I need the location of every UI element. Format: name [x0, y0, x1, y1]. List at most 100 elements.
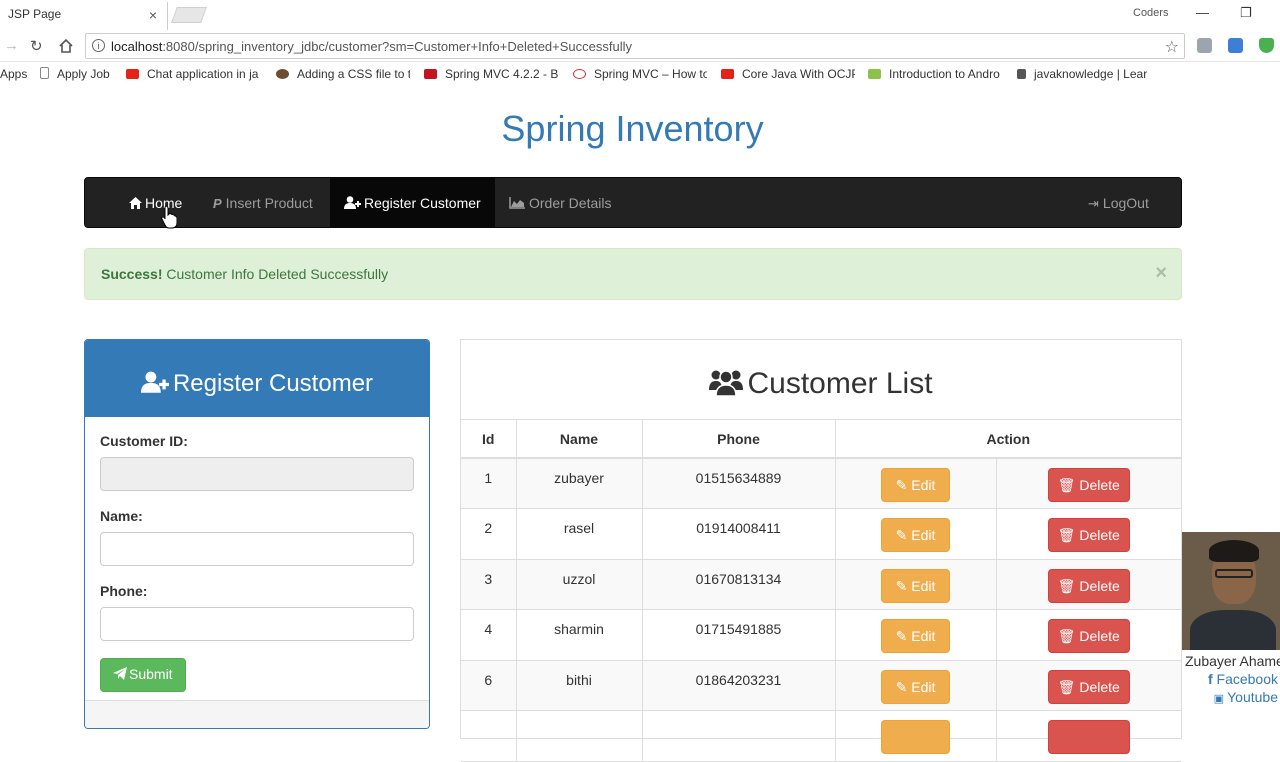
edit-button[interactable]: ✎ Edit [881, 468, 950, 502]
delete-button[interactable]: 🗑︎ Delete [1047, 468, 1130, 502]
table-row: 2 rasel 01914008411 ✎ Edit 🗑︎ Delete [461, 508, 1181, 560]
bookmark-item[interactable]: javaknowledge | Lear [1017, 67, 1151, 81]
new-tab-button[interactable] [171, 7, 207, 23]
site-info-icon[interactable]: i [92, 39, 105, 52]
edit-icon: ✎ [895, 628, 912, 644]
bookmark-item[interactable]: Core Java With OCJP [721, 67, 855, 81]
site-title: Spring Inventory [501, 108, 764, 149]
alert-message: Customer Info Deleted Successfully [162, 266, 389, 282]
url-host: localhost [111, 39, 163, 54]
edit-icon: ✎ [895, 678, 912, 695]
edit-icon: ✎ [895, 527, 912, 543]
trash-icon: 🗑︎ [1057, 527, 1080, 543]
bookmark-item[interactable]: Adding a CSS file to t [276, 67, 410, 81]
submit-button[interactable]: Submit [100, 658, 186, 692]
delete-button[interactable] [1047, 720, 1130, 754]
customer-id-field[interactable] [100, 457, 414, 491]
cell-phone: 01515634889 [641, 457, 836, 509]
trash-icon: 🗑︎ [1057, 477, 1080, 493]
delete-button[interactable]: 🗑︎ Delete [1047, 568, 1130, 603]
table-row: 4 sharmin 01715491885 ✎ Edit 🗑︎ Delete [461, 609, 1181, 661]
edit-button[interactable]: ✎ Edit [881, 619, 950, 653]
cell-name: rasel [515, 508, 643, 560]
delete-button[interactable]: 🗑︎ Delete [1047, 518, 1130, 552]
main-navbar: Home P Insert Product Register Customer O… [84, 177, 1182, 228]
extension-icon[interactable] [1228, 38, 1243, 53]
table-row: 6 bithi 01864203231 ✎ Edit 🗑︎ Delete [461, 659, 1181, 711]
browser-tab-bar: JSP Page × Coders — ❐ [0, 0, 1280, 30]
column-header: Id [461, 420, 517, 459]
user-plus-icon [344, 196, 361, 209]
home-page-icon[interactable] [58, 38, 74, 54]
shield-extension-icon[interactable] [1259, 38, 1274, 53]
bookmarks-bar: Apps Apply Job Chat application in ja Ad… [0, 62, 1280, 88]
facebook-icon: f [1207, 671, 1217, 687]
cell-id: 2 [461, 508, 517, 560]
youtube-link[interactable]: ▣ Youtube [1182, 689, 1280, 705]
users-icon [709, 370, 744, 397]
restore-icon[interactable]: ❐ [1240, 5, 1252, 21]
url-path: :8080/spring_inventory_jdbc/customer?sm=… [162, 39, 633, 54]
name-field[interactable] [100, 532, 414, 566]
cell-name: zubayer [515, 457, 643, 509]
nav-register-customer[interactable]: Register Customer [330, 178, 495, 227]
close-icon[interactable]: × [1155, 262, 1167, 285]
edit-icon: ✎ [895, 577, 912, 594]
panel-footer [85, 700, 429, 728]
table-row: 1 zubayer 01515634889 ✎ Edit 🗑︎ Delete [461, 457, 1181, 509]
register-customer-panel: Register Customer Customer ID: Name: Pho… [84, 339, 430, 729]
paper-plane-icon [113, 667, 127, 680]
bookmark-item[interactable]: Apply Job [40, 67, 110, 81]
edit-button[interactable]: ✎ Edit [881, 568, 950, 603]
cell-id: 1 [461, 457, 517, 509]
profile-label[interactable]: Coders [1133, 7, 1168, 19]
name-label: Name: [100, 508, 143, 524]
edit-button[interactable]: ✎ Edit [881, 669, 950, 704]
forward-icon[interactable]: → [4, 37, 19, 54]
paypal-icon: P [213, 196, 222, 211]
sign-out-icon: ⇥ [1088, 196, 1099, 211]
url-input[interactable]: i localhost:8080/spring_inventory_jdbc/c… [85, 33, 1185, 59]
tab-title: JSP Page [8, 7, 62, 21]
panel-heading: Register Customer [85, 340, 429, 417]
browser-tab[interactable]: JSP Page × [0, 2, 168, 30]
delete-button[interactable]: 🗑︎ Delete [1047, 669, 1130, 704]
cell-id: 3 [461, 558, 517, 610]
edit-button[interactable]: ✎ Edit [881, 518, 950, 552]
cell-name: sharmin [515, 609, 643, 661]
extension-icon[interactable] [1197, 38, 1212, 53]
bookmark-item[interactable]: Chat application in ja [126, 67, 260, 81]
nav-insert-product[interactable]: P Insert Product [213, 178, 313, 227]
delete-button[interactable]: 🗑︎ Delete [1047, 619, 1130, 653]
bookmark-item[interactable]: Apps [0, 67, 27, 81]
bookmark-star-icon[interactable]: ☆ [1165, 37, 1179, 57]
bookmark-item[interactable]: Spring MVC – How to [573, 67, 707, 81]
cell-name: bithi [515, 659, 643, 711]
minimize-icon[interactable]: — [1196, 5, 1209, 20]
cell-phone: 01670813134 [641, 558, 836, 610]
reload-icon[interactable]: ↻ [30, 37, 43, 55]
cell-phone: 01914008411 [641, 508, 836, 560]
hand-cursor-icon [161, 205, 177, 229]
nav-order-details[interactable]: Order Details [509, 178, 611, 227]
tab-close-icon[interactable]: × [149, 7, 157, 23]
area-chart-icon [509, 197, 525, 209]
home-icon [129, 197, 142, 209]
cell-id: 4 [461, 609, 517, 661]
bookmark-item[interactable]: Introduction to Andro [868, 67, 1002, 81]
phone-field[interactable] [100, 607, 414, 641]
edit-button[interactable] [881, 720, 950, 754]
trash-icon: 🗑︎ [1057, 577, 1080, 594]
customer-table: Id Name Phone Action 1 zubayer 015156348… [461, 420, 1181, 762]
column-header: Name [515, 420, 643, 459]
nav-logout[interactable]: ⇥ LogOut [1088, 178, 1149, 227]
customer-list-panel: Customer List Id Name Phone Action 1 zub… [460, 339, 1182, 762]
address-bar-row: → ↻ i localhost:8080/spring_inventory_jd… [0, 30, 1280, 62]
cell-id: 6 [461, 659, 517, 711]
customer-id-label: Customer ID: [100, 433, 188, 449]
bookmark-item[interactable]: Spring MVC 4.2.2 - Be [424, 67, 558, 81]
facebook-link[interactable]: f Facebook [1182, 671, 1280, 687]
youtube-icon: ▣ [1213, 693, 1228, 705]
table-row [461, 710, 1181, 762]
panel-title: Register Customer [172, 370, 374, 397]
